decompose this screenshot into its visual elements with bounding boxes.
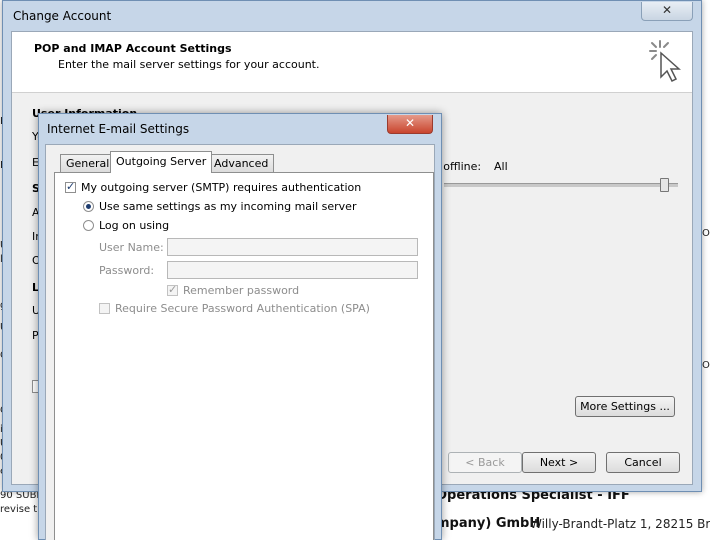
- spa-row[interactable]: Require Secure Password Authentication (…: [99, 302, 370, 315]
- window-title: Change Account: [13, 9, 112, 23]
- log-on-using-row[interactable]: Log on using: [83, 219, 169, 232]
- same-settings-radio[interactable]: [83, 201, 94, 212]
- internet-email-settings-dialog: Internet E-mail Settings ✕ General Outgo…: [38, 113, 442, 540]
- tab-outgoing-server[interactable]: Outgoing Server: [110, 151, 213, 173]
- change-account-titlebar[interactable]: Change Account ✕: [3, 1, 701, 31]
- close-button[interactable]: ✕: [641, 2, 693, 21]
- back-button[interactable]: < Back: [448, 452, 522, 473]
- bg-fragment: O: [702, 360, 710, 371]
- tab-general[interactable]: General: [60, 154, 116, 172]
- password-label: Password:: [99, 264, 155, 277]
- more-settings-button[interactable]: More Settings ...: [575, 396, 675, 417]
- remember-password-label: Remember password: [183, 284, 300, 297]
- page-subtitle: Enter the mail server settings for your …: [58, 58, 320, 71]
- dialog-title: Internet E-mail Settings: [47, 122, 190, 136]
- header-panel: POP and IMAP Account Settings Enter the …: [12, 32, 692, 93]
- same-settings-label: Use same settings as my incoming mail se…: [99, 200, 357, 213]
- outgoing-server-panel: My outgoing server (SMTP) requires authe…: [54, 172, 434, 540]
- spa-label: Require Secure Password Authentication (…: [115, 302, 370, 315]
- remember-password-row[interactable]: Remember password: [167, 283, 300, 297]
- dialog-client: General Outgoing Server Advanced My outg…: [45, 144, 435, 540]
- tab-advanced[interactable]: Advanced: [208, 154, 275, 172]
- close-icon: ✕: [661, 3, 673, 17]
- cancel-button[interactable]: Cancel: [606, 452, 680, 473]
- bg-fragment: revise th: [0, 504, 44, 515]
- bg-fragment: O: [702, 228, 710, 239]
- log-on-using-label: Log on using: [99, 219, 170, 232]
- user-name-label: User Name:: [99, 241, 164, 254]
- mail-offline-slider-thumb[interactable]: [660, 178, 669, 192]
- log-on-using-radio[interactable]: [83, 220, 94, 231]
- same-settings-row[interactable]: Use same settings as my incoming mail se…: [83, 200, 356, 213]
- page-title: POP and IMAP Account Settings: [34, 42, 232, 55]
- dialog-close-button[interactable]: ✕: [387, 115, 433, 134]
- smtp-auth-label: My outgoing server (SMTP) requires authe…: [81, 181, 362, 194]
- smtp-auth-checkbox[interactable]: [65, 180, 76, 193]
- cursor-click-icon: [649, 40, 681, 83]
- mail-offline-slider-track[interactable]: [444, 183, 678, 187]
- password-input[interactable]: [167, 261, 418, 279]
- close-icon: ✕: [404, 116, 416, 130]
- mail-offline-value: All: [494, 160, 508, 173]
- spa-checkbox[interactable]: [99, 303, 110, 314]
- smtp-auth-row[interactable]: My outgoing server (SMTP) requires authe…: [65, 180, 362, 194]
- remember-password-checkbox[interactable]: [167, 283, 178, 296]
- user-name-input[interactable]: [167, 238, 418, 256]
- next-button[interactable]: Next >: [522, 452, 596, 473]
